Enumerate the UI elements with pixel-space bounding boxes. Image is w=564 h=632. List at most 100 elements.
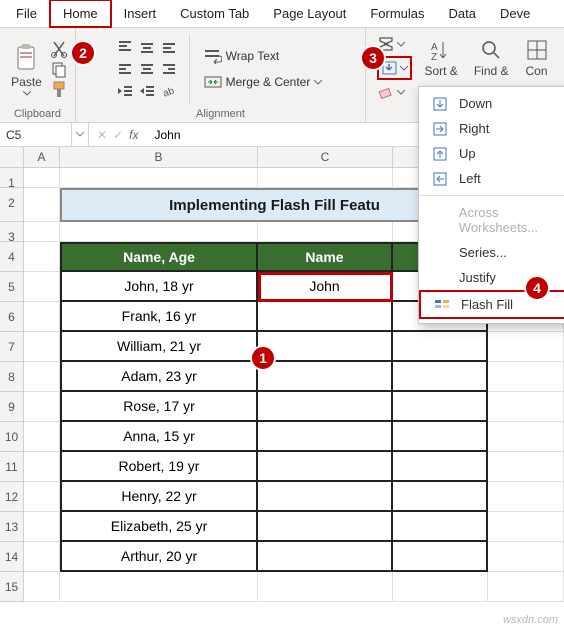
align-left-icon[interactable] — [117, 62, 133, 76]
table-cell[interactable] — [258, 392, 393, 422]
tab-pagelayout[interactable]: Page Layout — [261, 1, 358, 26]
cell[interactable] — [393, 572, 488, 602]
cell[interactable] — [24, 242, 60, 272]
table-cell[interactable]: Anna, 15 yr — [60, 422, 258, 452]
tab-developer[interactable]: Deve — [488, 1, 542, 26]
col-header-a[interactable]: A — [24, 147, 60, 167]
align-center-icon[interactable] — [139, 62, 155, 76]
table-cell[interactable]: Elizabeth, 25 yr — [60, 512, 258, 542]
table-cell[interactable]: Adam, 23 yr — [60, 362, 258, 392]
cell[interactable] — [24, 482, 60, 512]
cell[interactable] — [24, 302, 60, 332]
tab-data[interactable]: Data — [437, 1, 488, 26]
orientation-icon[interactable]: ab — [161, 84, 177, 98]
cell[interactable] — [488, 542, 564, 572]
table-cell[interactable]: William, 21 yr — [60, 332, 258, 362]
cell[interactable] — [488, 422, 564, 452]
row-header[interactable]: 7 — [0, 332, 24, 362]
table-header-c[interactable]: Name — [258, 242, 393, 272]
row-header[interactable]: 15 — [0, 572, 24, 602]
cell[interactable] — [24, 222, 60, 242]
table-cell[interactable]: Robert, 19 yr — [60, 452, 258, 482]
fill-right[interactable]: Right — [419, 116, 564, 141]
cell[interactable] — [60, 222, 258, 242]
cell[interactable] — [24, 452, 60, 482]
table-cell[interactable] — [258, 422, 393, 452]
row-header[interactable]: 9 — [0, 392, 24, 422]
sort-filter-button[interactable]: AZ Sort & — [420, 36, 461, 80]
tab-insert[interactable]: Insert — [112, 1, 169, 26]
row-header[interactable]: 11 — [0, 452, 24, 482]
cell[interactable] — [488, 572, 564, 602]
table-cell[interactable] — [393, 392, 488, 422]
fx-icon[interactable]: fx — [129, 128, 138, 142]
copy-icon[interactable] — [50, 60, 68, 78]
cell[interactable] — [488, 392, 564, 422]
table-cell[interactable]: John, 18 yr — [60, 272, 258, 302]
cell[interactable] — [24, 572, 60, 602]
cell[interactable] — [24, 362, 60, 392]
table-header-b[interactable]: Name, Age — [60, 242, 258, 272]
cell[interactable] — [488, 482, 564, 512]
cell[interactable] — [60, 168, 258, 188]
paste-button[interactable]: Paste — [7, 41, 46, 98]
table-cell[interactable]: Arthur, 20 yr — [60, 542, 258, 572]
enter-icon[interactable]: ✓ — [113, 128, 123, 142]
select-all-corner[interactable] — [0, 147, 24, 167]
table-cell[interactable] — [258, 452, 393, 482]
table-cell[interactable] — [258, 302, 393, 332]
cell[interactable] — [258, 572, 393, 602]
cell[interactable] — [24, 332, 60, 362]
cell[interactable] — [60, 572, 258, 602]
tab-home[interactable]: Home — [49, 0, 112, 28]
decrease-indent-icon[interactable] — [117, 84, 133, 98]
cell[interactable] — [488, 362, 564, 392]
merge-center-button[interactable]: Merge & Center — [200, 72, 327, 92]
clear-button[interactable] — [377, 84, 412, 100]
row-header[interactable]: 12 — [0, 482, 24, 512]
find-select-button[interactable]: Find & — [470, 36, 513, 80]
row-header[interactable]: 1 — [0, 168, 24, 188]
tab-formulas[interactable]: Formulas — [358, 1, 436, 26]
cell[interactable] — [258, 168, 393, 188]
table-cell[interactable] — [393, 542, 488, 572]
cell-c5[interactable]: John — [258, 272, 393, 302]
table-cell[interactable] — [393, 362, 488, 392]
cell[interactable] — [24, 422, 60, 452]
cancel-icon[interactable]: ✕ — [97, 128, 107, 142]
tab-custom[interactable]: Custom Tab — [168, 1, 261, 26]
con-button[interactable]: Con — [521, 36, 553, 80]
table-cell[interactable]: Frank, 16 yr — [60, 302, 258, 332]
cell[interactable] — [24, 512, 60, 542]
cell[interactable] — [24, 168, 60, 188]
cell[interactable] — [488, 332, 564, 362]
fill-series[interactable]: Series... — [419, 240, 564, 265]
wrap-text-button[interactable]: Wrap Text — [200, 46, 327, 66]
table-cell[interactable]: Henry, 22 yr — [60, 482, 258, 512]
table-cell[interactable] — [258, 512, 393, 542]
row-header[interactable]: 14 — [0, 542, 24, 572]
cell[interactable] — [488, 512, 564, 542]
cell[interactable] — [24, 392, 60, 422]
cell[interactable] — [488, 452, 564, 482]
col-header-c[interactable]: C — [258, 147, 393, 167]
row-header[interactable]: 13 — [0, 512, 24, 542]
cell[interactable] — [24, 188, 60, 222]
table-cell[interactable] — [258, 362, 393, 392]
row-header[interactable]: 6 — [0, 302, 24, 332]
format-painter-icon[interactable] — [50, 80, 68, 98]
row-header[interactable]: 3 — [0, 222, 24, 242]
row-header[interactable]: 8 — [0, 362, 24, 392]
table-cell[interactable] — [393, 452, 488, 482]
fill-down[interactable]: Down — [419, 91, 564, 116]
align-top-icon[interactable] — [117, 40, 133, 54]
cell[interactable] — [24, 272, 60, 302]
fill-left[interactable]: Left — [419, 166, 564, 191]
table-cell[interactable] — [258, 332, 393, 362]
row-header[interactable]: 4 — [0, 242, 24, 272]
align-middle-icon[interactable] — [139, 40, 155, 54]
table-cell[interactable] — [393, 422, 488, 452]
name-box-dropdown[interactable] — [72, 123, 89, 146]
table-cell[interactable] — [258, 482, 393, 512]
tab-file[interactable]: File — [4, 1, 49, 26]
